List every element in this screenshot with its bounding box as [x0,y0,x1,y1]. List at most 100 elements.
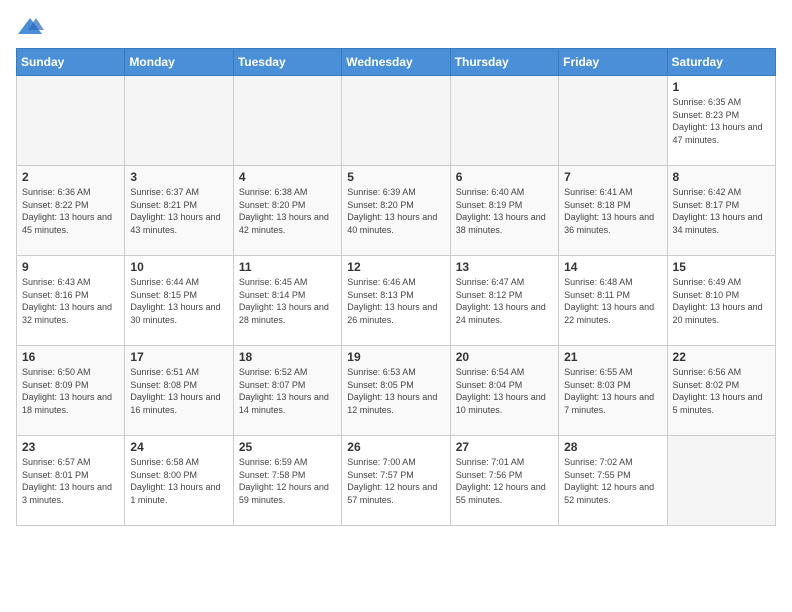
day-number: 26 [347,440,444,454]
day-cell: 12 Sunrise: 6:46 AM Sunset: 8:13 PM Dayli… [342,256,450,346]
day-cell: 15Sunrise: 6:49 AM Sunset: 8:10 PM Dayli… [667,256,775,346]
day-cell: 14 Sunrise: 6:48 AM Sunset: 8:11 PM Dayli… [559,256,667,346]
day-info: Sunrise: 6:40 AM Sunset: 8:19 PM Dayligh… [456,186,553,236]
day-cell [125,76,233,166]
day-number: 9 [22,260,119,274]
day-number: 15 [673,260,770,274]
day-number: 24 [130,440,227,454]
weekday-header-tuesday: Tuesday [233,49,341,76]
day-number: 12 [347,260,444,274]
day-number: 27 [456,440,553,454]
weekday-header-thursday: Thursday [450,49,558,76]
day-info: Sunrise: 6:46 AM Sunset: 8:13 PM Dayligh… [347,276,444,326]
day-number: 21 [564,350,661,364]
day-number: 7 [564,170,661,184]
week-row-0: 1Sunrise: 6:35 AM Sunset: 8:23 PM Daylig… [17,76,776,166]
weekday-header-monday: Monday [125,49,233,76]
day-cell: 26 Sunrise: 7:00 AM Sunset: 7:57 PM Dayli… [342,436,450,526]
day-number: 25 [239,440,336,454]
day-cell: 24 Sunrise: 6:58 AM Sunset: 8:00 PM Dayli… [125,436,233,526]
day-cell: 16 Sunrise: 6:50 AM Sunset: 8:09 PM Dayli… [17,346,125,436]
day-number: 14 [564,260,661,274]
day-info: Sunrise: 6:36 AM Sunset: 8:22 PM Dayligh… [22,186,119,236]
day-number: 20 [456,350,553,364]
day-cell [342,76,450,166]
day-number: 4 [239,170,336,184]
day-cell: 9 Sunrise: 6:43 AM Sunset: 8:16 PM Daylig… [17,256,125,346]
day-cell: 22 Sunrise: 6:56 AM Sunset: 8:02 PM Dayli… [667,346,775,436]
day-info: Sunrise: 6:55 AM Sunset: 8:03 PM Dayligh… [564,366,661,416]
day-info: Sunrise: 6:48 AM Sunset: 8:11 PM Dayligh… [564,276,661,326]
week-row-4: 23 Sunrise: 6:57 AM Sunset: 8:01 PM Dayli… [17,436,776,526]
day-info: Sunrise: 6:51 AM Sunset: 8:08 PM Dayligh… [130,366,227,416]
day-info: Sunrise: 6:58 AM Sunset: 8:00 PM Dayligh… [130,456,227,506]
weekday-header-sunday: Sunday [17,49,125,76]
day-cell: 2 Sunrise: 6:36 AM Sunset: 8:22 PM Daylig… [17,166,125,256]
day-cell: 18 Sunrise: 6:52 AM Sunset: 8:07 PM Dayli… [233,346,341,436]
calendar-table: SundayMondayTuesdayWednesdayThursdayFrid… [16,48,776,526]
day-info: Sunrise: 7:01 AM Sunset: 7:56 PM Dayligh… [456,456,553,506]
day-number: 11 [239,260,336,274]
day-info: Sunrise: 6:56 AM Sunset: 8:02 PM Dayligh… [673,366,770,416]
day-info: Sunrise: 6:53 AM Sunset: 8:05 PM Dayligh… [347,366,444,416]
day-cell: 28 Sunrise: 7:02 AM Sunset: 7:55 PM Dayli… [559,436,667,526]
day-cell: 25 Sunrise: 6:59 AM Sunset: 7:58 PM Dayli… [233,436,341,526]
weekday-header-row: SundayMondayTuesdayWednesdayThursdayFrid… [17,49,776,76]
week-row-2: 9 Sunrise: 6:43 AM Sunset: 8:16 PM Daylig… [17,256,776,346]
day-cell: 3 Sunrise: 6:37 AM Sunset: 8:21 PM Daylig… [125,166,233,256]
day-number: 18 [239,350,336,364]
day-cell: 5 Sunrise: 6:39 AM Sunset: 8:20 PM Daylig… [342,166,450,256]
day-number: 8 [673,170,770,184]
day-cell [667,436,775,526]
day-cell: 8 Sunrise: 6:42 AM Sunset: 8:17 PM Daylig… [667,166,775,256]
day-number: 28 [564,440,661,454]
day-info: Sunrise: 6:42 AM Sunset: 8:17 PM Dayligh… [673,186,770,236]
day-cell [559,76,667,166]
day-number: 23 [22,440,119,454]
day-info: Sunrise: 6:54 AM Sunset: 8:04 PM Dayligh… [456,366,553,416]
day-info: Sunrise: 6:47 AM Sunset: 8:12 PM Dayligh… [456,276,553,326]
day-number: 5 [347,170,444,184]
day-info: Sunrise: 6:37 AM Sunset: 8:21 PM Dayligh… [130,186,227,236]
day-info: Sunrise: 6:43 AM Sunset: 8:16 PM Dayligh… [22,276,119,326]
day-number: 13 [456,260,553,274]
logo-icon [16,16,44,38]
day-info: Sunrise: 6:50 AM Sunset: 8:09 PM Dayligh… [22,366,119,416]
day-info: Sunrise: 6:39 AM Sunset: 8:20 PM Dayligh… [347,186,444,236]
day-info: Sunrise: 6:35 AM Sunset: 8:23 PM Dayligh… [673,96,770,146]
day-info: Sunrise: 6:52 AM Sunset: 8:07 PM Dayligh… [239,366,336,416]
day-info: Sunrise: 7:02 AM Sunset: 7:55 PM Dayligh… [564,456,661,506]
day-info: Sunrise: 6:59 AM Sunset: 7:58 PM Dayligh… [239,456,336,506]
weekday-header-saturday: Saturday [667,49,775,76]
day-info: Sunrise: 6:38 AM Sunset: 8:20 PM Dayligh… [239,186,336,236]
logo [16,16,48,38]
day-cell: 4 Sunrise: 6:38 AM Sunset: 8:20 PM Daylig… [233,166,341,256]
day-cell: 21 Sunrise: 6:55 AM Sunset: 8:03 PM Dayli… [559,346,667,436]
header [16,16,776,38]
day-cell: 11Sunrise: 6:45 AM Sunset: 8:14 PM Dayli… [233,256,341,346]
day-cell: 19Sunrise: 6:53 AM Sunset: 8:05 PM Dayli… [342,346,450,436]
weekday-header-wednesday: Wednesday [342,49,450,76]
day-number: 2 [22,170,119,184]
day-number: 3 [130,170,227,184]
day-cell: 1Sunrise: 6:35 AM Sunset: 8:23 PM Daylig… [667,76,775,166]
week-row-3: 16 Sunrise: 6:50 AM Sunset: 8:09 PM Dayli… [17,346,776,436]
day-cell: 7Sunrise: 6:41 AM Sunset: 8:18 PM Daylig… [559,166,667,256]
day-number: 17 [130,350,227,364]
day-info: Sunrise: 6:44 AM Sunset: 8:15 PM Dayligh… [130,276,227,326]
day-number: 22 [673,350,770,364]
day-cell [233,76,341,166]
day-number: 16 [22,350,119,364]
week-row-1: 2 Sunrise: 6:36 AM Sunset: 8:22 PM Daylig… [17,166,776,256]
day-number: 6 [456,170,553,184]
weekday-header-friday: Friday [559,49,667,76]
day-info: Sunrise: 7:00 AM Sunset: 7:57 PM Dayligh… [347,456,444,506]
day-number: 10 [130,260,227,274]
day-cell [450,76,558,166]
day-cell: 13 Sunrise: 6:47 AM Sunset: 8:12 PM Dayli… [450,256,558,346]
day-info: Sunrise: 6:57 AM Sunset: 8:01 PM Dayligh… [22,456,119,506]
day-cell: 6 Sunrise: 6:40 AM Sunset: 8:19 PM Daylig… [450,166,558,256]
day-cell: 17 Sunrise: 6:51 AM Sunset: 8:08 PM Dayli… [125,346,233,436]
day-cell: 27 Sunrise: 7:01 AM Sunset: 7:56 PM Dayli… [450,436,558,526]
day-cell: 23 Sunrise: 6:57 AM Sunset: 8:01 PM Dayli… [17,436,125,526]
